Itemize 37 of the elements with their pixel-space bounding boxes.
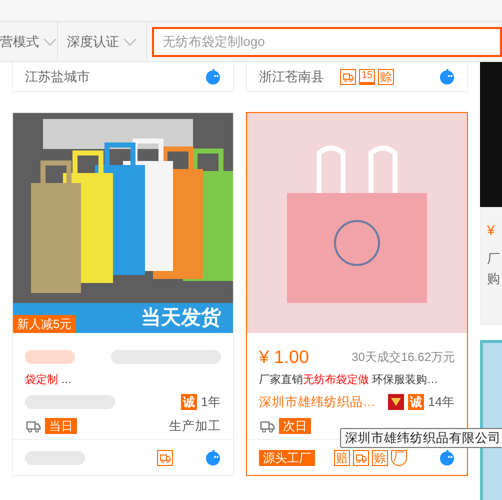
price: ¥ <box>487 221 496 240</box>
product-card[interactable]: 新人减5元 当天发货 袋定制 … 诚 1年 当日 生产加工 <box>12 112 234 476</box>
tooltip: 深圳市雄纬纺织品有限公司 <box>340 428 502 448</box>
product-title: 购 <box>487 270 501 288</box>
blurred-text <box>25 350 75 364</box>
membership-years: 1年 <box>201 394 221 411</box>
chat-bubble-icon[interactable] <box>205 68 221 84</box>
service-type: 生产加工 <box>169 418 221 435</box>
company-link[interactable]: 深圳市雄纬纺织品… <box>259 392 376 412</box>
product-card[interactable]: ¥ 厂 购 <box>480 207 502 325</box>
search-field[interactable]: 无纺布袋定制logo <box>152 26 502 56</box>
product-title: 厂 <box>487 250 501 268</box>
price: ¥ 1.00 <box>259 346 310 368</box>
service-badge: 赊 <box>378 68 394 84</box>
chat-bubble-icon[interactable] <box>439 68 455 84</box>
location: 江苏盐城市 <box>25 68 90 86</box>
delivery-tag: 次日 <box>279 418 311 434</box>
cheng-badge: 诚 <box>408 394 424 410</box>
service-badge: 赔 <box>334 450 350 466</box>
membership-years: 14年 <box>428 394 455 411</box>
shield-badge: 厂 <box>391 450 407 466</box>
factory-tag: 源头工厂 <box>259 450 315 466</box>
chevron-down-icon <box>123 38 138 46</box>
filter-dropdown[interactable]: 营模式 <box>0 22 58 62</box>
delivery-tag: 当日 <box>45 418 77 434</box>
location: 浙江苍南县 <box>259 68 324 86</box>
chat-bubble-icon[interactable] <box>439 450 455 466</box>
chevron-down-icon <box>43 38 57 46</box>
cheng-badge: 诚 <box>181 394 198 410</box>
filter-dropdown[interactable]: 深度认证 <box>58 22 148 62</box>
chat-bubble-icon[interactable] <box>205 450 221 466</box>
days-badge: 15 <box>359 68 375 84</box>
service-badge: 赊 <box>372 450 388 466</box>
product-title[interactable]: 厂家直销无纺布袋定做 环保服装购… <box>259 369 465 391</box>
sales-count: 30天成交16.62万元 <box>352 349 455 366</box>
product-title[interactable]: 袋定制 … <box>25 369 231 391</box>
promo-tag: 新人减5元 <box>13 315 76 333</box>
